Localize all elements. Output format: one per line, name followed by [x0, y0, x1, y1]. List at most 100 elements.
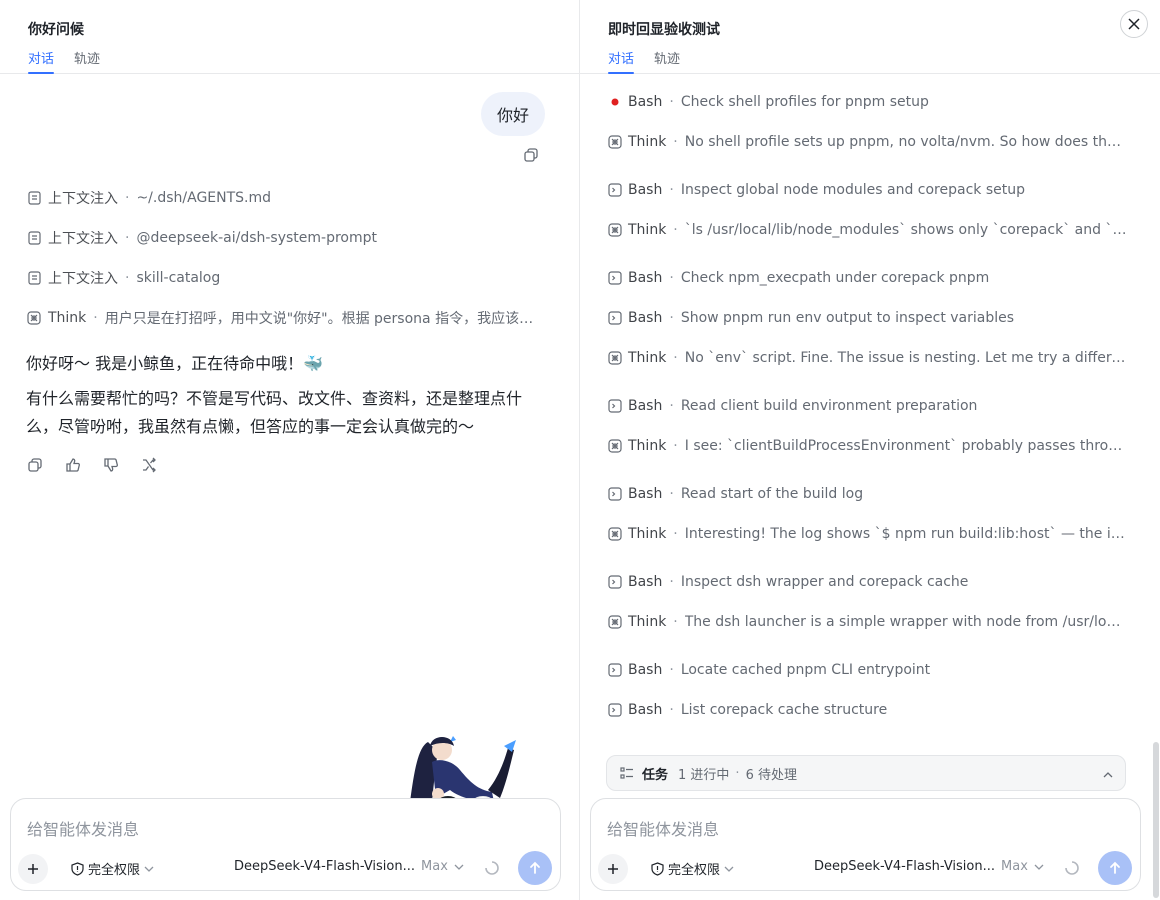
- separator-dot: ·: [669, 574, 674, 590]
- trace-description: No shell profile sets up pnpm, no volta/…: [684, 134, 1128, 150]
- trace-bash-row[interactable]: Bash · Locate cached pnpm CLI entrypoint: [608, 660, 1128, 680]
- thumbs-down-icon[interactable]: [102, 456, 120, 474]
- trace-description: Locate cached pnpm CLI entrypoint: [680, 662, 931, 678]
- trace-bash-row[interactable]: Bash · Inspect dsh wrapper and corepack ca…: [608, 572, 1128, 592]
- chevron-down-icon: [1034, 864, 1044, 870]
- task-summary-bar[interactable]: 任务 1 进行中 · 6 待处理: [606, 755, 1126, 791]
- trace-type: Bash: [628, 182, 663, 198]
- left-header: 你好问候 对话 轨迹: [0, 0, 579, 74]
- trace-description: Check shell profiles for pnpm setup: [680, 94, 929, 110]
- chevron-down-icon: [724, 866, 734, 872]
- separator-dot: ·: [669, 270, 674, 286]
- model-selector[interactable]: DeepSeek-V4-Flash-Vision... Max: [234, 859, 464, 874]
- send-button[interactable]: [1098, 851, 1132, 885]
- close-button[interactable]: [1120, 10, 1148, 38]
- add-attachment-button[interactable]: [18, 854, 48, 884]
- shield-icon: [651, 861, 664, 876]
- user-message-bubble: 你好: [480, 92, 545, 136]
- trace-type: Bash: [628, 702, 663, 718]
- think-icon: [608, 223, 622, 237]
- trace-description: Read client build environment preparatio…: [680, 398, 978, 414]
- trace-bash-row[interactable]: Bash · Inspect global node modules and cor…: [608, 180, 1128, 200]
- trace-bash-row[interactable]: Bash · Read client build environment prepa…: [608, 396, 1128, 416]
- right-header: 即时回显验收测试 对话 轨迹: [580, 0, 1160, 74]
- trace-description: Show pnpm run env output to inspect vari…: [680, 310, 1015, 326]
- permission-selector[interactable]: 完全权限: [71, 859, 154, 878]
- send-button[interactable]: [518, 851, 552, 885]
- model-name: DeepSeek-V4-Flash-Vision...: [814, 859, 996, 874]
- separator-dot: ·: [673, 350, 678, 366]
- think-icon: [608, 615, 622, 629]
- chevron-up-icon[interactable]: [1103, 767, 1113, 782]
- trace-description: No `env` script. Fine. The issue is nest…: [684, 350, 1128, 366]
- think-label: Think: [47, 310, 87, 326]
- trace-type: Think: [628, 222, 667, 238]
- scrollbar[interactable]: [1153, 742, 1159, 898]
- copy-icon[interactable]: [26, 456, 44, 474]
- trace-think-row[interactable]: Think · I see: `clientBuildProcessEnvironm…: [608, 436, 1128, 456]
- terminal-icon: [608, 703, 622, 717]
- message-composer: 给智能体发消息 完全权限 DeepSeek-V4-Flash-Vision...…: [590, 798, 1141, 891]
- separator-dot: ·: [93, 310, 98, 326]
- trace-description: The dsh launcher is a simple wrapper wit…: [684, 614, 1128, 630]
- separator-dot: ·: [669, 182, 674, 198]
- separator-dot: ·: [669, 310, 674, 326]
- context-injection-row[interactable]: 上下文注入 · ~/.dsh/AGENTS.md: [26, 188, 271, 208]
- page-title: 即时回显验收测试: [608, 22, 720, 38]
- left-conversation-pane: 你好问候 对话 轨迹 你好 上下文注入 · ~/.dsh/AGENTS.md 上…: [0, 0, 579, 900]
- context-label: 上下文注入: [48, 271, 118, 287]
- trace-type: Bash: [628, 662, 663, 678]
- chevron-down-icon: [454, 864, 464, 870]
- tab-conversation[interactable]: 对话: [608, 48, 635, 74]
- trace-description: Read start of the build log: [680, 486, 864, 502]
- trace-description: `ls /usr/local/lib/node_modules` shows o…: [684, 222, 1128, 238]
- document-icon: [26, 230, 42, 246]
- trace-bash-row[interactable]: Bash · Read start of the build log: [608, 484, 1128, 504]
- terminal-icon: [608, 663, 622, 677]
- trace-think-row[interactable]: Think · No shell profile sets up pnpm, no …: [608, 132, 1128, 152]
- trace-bash-row[interactable]: Bash · Check npm_execpath under corepack p…: [608, 268, 1128, 288]
- think-icon: [608, 351, 622, 365]
- trace-type: Think: [628, 438, 667, 454]
- add-attachment-button[interactable]: [598, 854, 628, 884]
- think-icon: [26, 310, 42, 326]
- tab-conversation[interactable]: 对话: [28, 48, 55, 74]
- context-injection-row[interactable]: 上下文注入 · @deepseek-ai/dsh-system-prompt: [26, 228, 377, 248]
- context-injection-row[interactable]: 上下文注入 · skill-catalog: [26, 268, 220, 288]
- assistant-message: 有什么需要帮忙的吗？不管是写代码、改文件、查资料，还是整理点什么，尽管吩咐，我虽…: [26, 389, 523, 436]
- permission-selector[interactable]: 完全权限: [651, 859, 734, 878]
- trace-type: Bash: [628, 94, 663, 110]
- think-row[interactable]: Think · 用户只是在打招呼，用中文说"你好"。根据 persona 指令，…: [26, 308, 546, 328]
- separator-dot: ·: [669, 702, 674, 718]
- trace-think-row[interactable]: Think · `ls /usr/local/lib/node_modules` s…: [608, 220, 1128, 240]
- trace-bash-row[interactable]: Bash · Show pnpm run env output to inspect…: [608, 308, 1128, 328]
- right-conversation-pane: 即时回显验收测试 对话 轨迹 Bash · Check shell profiles…: [580, 0, 1160, 900]
- trace-type: Think: [628, 350, 667, 366]
- message-input[interactable]: 给智能体发消息: [607, 816, 719, 840]
- message-input[interactable]: 给智能体发消息: [27, 816, 139, 840]
- separator-dot: ·: [673, 614, 678, 630]
- trace-bash-row[interactable]: Bash · Check shell profiles for pnpm setup: [608, 92, 1128, 112]
- trace-bash-row[interactable]: Bash · List corepack cache structure: [608, 700, 1128, 720]
- separator-dot: ·: [125, 230, 130, 246]
- tab-trace[interactable]: 轨迹: [654, 48, 680, 74]
- chevron-down-icon: [144, 866, 154, 872]
- trace-description: Inspect dsh wrapper and corepack cache: [680, 574, 969, 590]
- branch-icon[interactable]: [140, 456, 158, 474]
- trace-think-row[interactable]: Think · No `env` script. Fine. The issue i…: [608, 348, 1128, 368]
- thumbs-up-icon[interactable]: [64, 456, 82, 474]
- task-label: 任务: [642, 767, 669, 783]
- copy-message-icon[interactable]: [523, 147, 539, 167]
- loading-spinner-icon: [1064, 860, 1080, 876]
- trace-description: Interesting! The log shows `$ npm run bu…: [684, 526, 1128, 542]
- trace-think-row[interactable]: Think · Interesting! The log shows `$ npm …: [608, 524, 1128, 544]
- trace-type: Think: [628, 614, 667, 630]
- terminal-icon: [608, 183, 622, 197]
- trace-think-row[interactable]: Think · The dsh launcher is a simple wrapp…: [608, 612, 1128, 632]
- document-icon: [26, 190, 42, 206]
- tab-trace[interactable]: 轨迹: [74, 48, 100, 74]
- reasoning-level: Max: [421, 859, 448, 874]
- separator-dot: ·: [673, 526, 678, 542]
- task-list-icon: [620, 767, 634, 779]
- model-selector[interactable]: DeepSeek-V4-Flash-Vision... Max: [814, 859, 1044, 874]
